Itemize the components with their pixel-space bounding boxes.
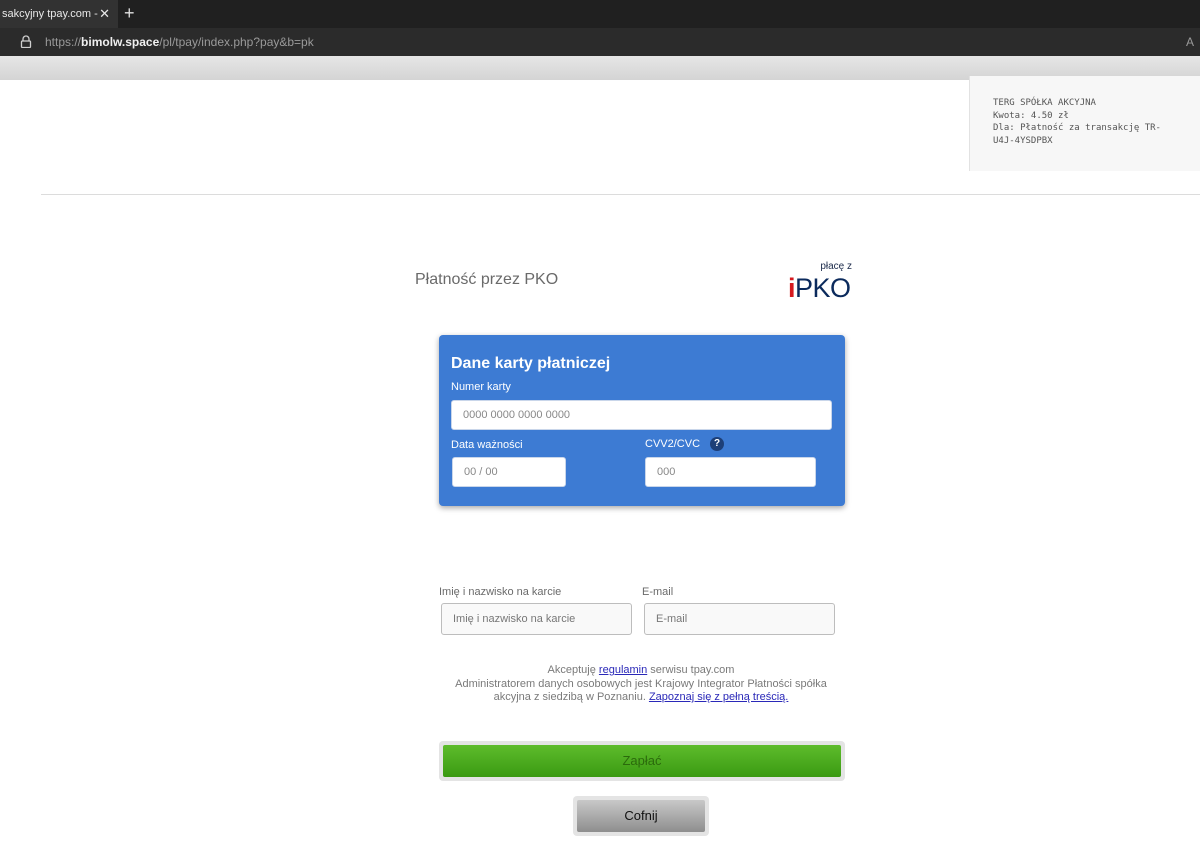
logo-tagline: płacę z bbox=[820, 261, 852, 272]
pay-button-frame: Zapłać bbox=[439, 741, 845, 781]
address-bar[interactable]: https://bimolw.space/pl/tpay/index.php?p… bbox=[0, 28, 1200, 56]
back-button[interactable]: Cofnij bbox=[577, 800, 705, 832]
back-button-frame: Cofnij bbox=[573, 796, 709, 836]
cvv-label: CVV2/CVC bbox=[645, 438, 701, 450]
divider bbox=[41, 194, 1200, 195]
browser-tab-title: sakcyjny tpay.com - bo bbox=[2, 8, 98, 20]
lock-icon[interactable] bbox=[20, 35, 32, 48]
url-text[interactable]: https://bimolw.space/pl/tpay/index.php?p… bbox=[45, 28, 314, 56]
cvv-help-icon[interactable]: ? bbox=[710, 437, 724, 451]
close-tab-icon[interactable]: ✕ bbox=[99, 0, 110, 28]
email-label: E-mail bbox=[642, 586, 674, 598]
new-tab-icon[interactable]: + bbox=[124, 0, 135, 28]
regulamin-link[interactable]: regulamin bbox=[599, 664, 647, 676]
cardholder-name-label: Imię i nazwisko na karcie bbox=[439, 586, 562, 598]
cvv-input[interactable]: 000 bbox=[645, 457, 816, 487]
expiry-label: Data ważności bbox=[451, 439, 523, 451]
reader-view-icon[interactable]: A bbox=[1186, 28, 1200, 56]
payment-amount: Kwota: 4.50 zł bbox=[993, 110, 1069, 121]
cardholder-name-input[interactable]: Imię i nazwisko na karcie bbox=[441, 603, 632, 635]
expiry-input[interactable]: 00 / 00 bbox=[452, 457, 566, 487]
terms-accept-line: Akceptuję regulamin serwisu tpay.com bbox=[547, 664, 735, 676]
payment-description: Dla: Płatność za transakcję TR- bbox=[993, 123, 1161, 133]
merchant-name: TERG SPÓŁKA AKCYJNA bbox=[993, 98, 1096, 108]
card-details-panel: Dane karty płatniczej Numer karty 0000 0… bbox=[439, 335, 845, 506]
payment-description-cont: U4J-4YSDPBX bbox=[993, 135, 1053, 146]
card-number-label: Numer karty bbox=[451, 381, 511, 393]
card-number-input[interactable]: 0000 0000 0000 0000 bbox=[451, 400, 832, 430]
merchant-info: TERG SPÓŁKA AKCYJNA Kwota: 4.50 zł Dla: … bbox=[969, 76, 1200, 171]
email-input[interactable]: E-mail bbox=[644, 603, 835, 635]
gdpr-notice: Administratorem danych osobowych jest Kr… bbox=[455, 677, 827, 704]
ipko-logo: płacę z iPKO bbox=[786, 261, 858, 303]
page-title: Płatność przez PKO bbox=[415, 271, 559, 288]
card-panel-heading: Dane karty płatniczej bbox=[451, 355, 611, 372]
browser-tab-bar: sakcyjny tpay.com - bo ✕ + bbox=[0, 0, 1200, 28]
gdpr-details-link[interactable]: Zapoznaj się z pełną treścią. bbox=[649, 691, 788, 703]
logo-wordmark: iPKO bbox=[788, 273, 851, 303]
browser-tab[interactable]: sakcyjny tpay.com - bo ✕ bbox=[0, 0, 118, 28]
terms-text: Akceptuję regulamin serwisu tpay.com Adm… bbox=[441, 664, 841, 705]
pay-button[interactable]: Zapłać bbox=[443, 745, 841, 777]
